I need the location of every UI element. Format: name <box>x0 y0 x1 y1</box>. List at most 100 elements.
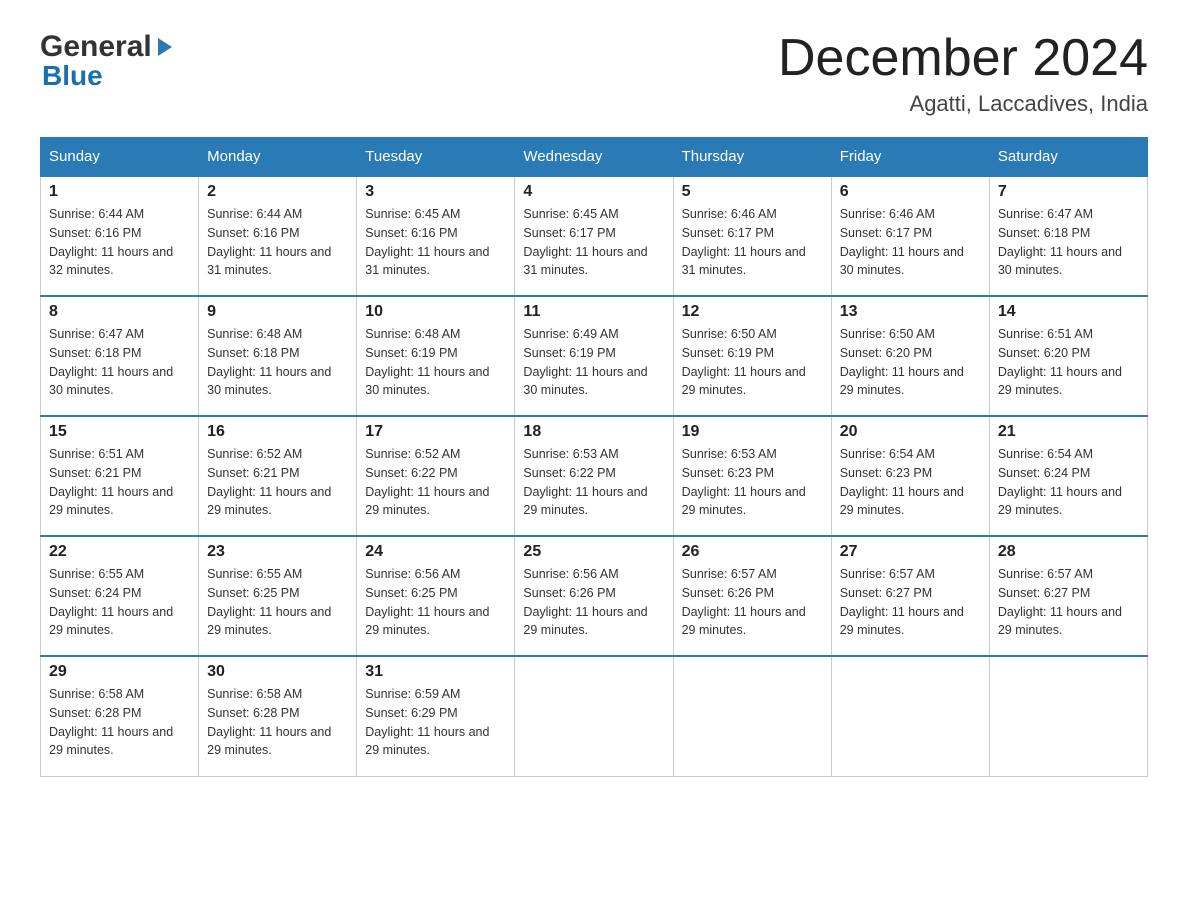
location-text: Agatti, Laccadives, India <box>778 91 1148 117</box>
day-cell-17: 17Sunrise: 6:52 AMSunset: 6:22 PMDayligh… <box>357 416 515 536</box>
day-cell-24: 24 Sunrise: 6:56 AMSunset: 6:25 PMDayligh… <box>357 536 515 656</box>
day-cell-8: 8Sunrise: 6:47 AMSunset: 6:18 PMDaylight… <box>41 296 199 416</box>
day-info: Sunrise: 6:54 AMSunset: 6:24 PMDaylight:… <box>998 445 1139 520</box>
day-number: 12 <box>682 303 823 321</box>
day-cell-20: 20Sunrise: 6:54 AMSunset: 6:23 PMDayligh… <box>831 416 989 536</box>
day-number: 22 <box>49 543 190 561</box>
day-cell-26: 26 Sunrise: 6:57 AMSunset: 6:26 PMDayligh… <box>673 536 831 656</box>
day-number: 5 <box>682 183 823 201</box>
day-info: Sunrise: 6:51 AMSunset: 6:20 PMDaylight:… <box>998 325 1139 400</box>
day-cell-6: 6 Sunrise: 6:46 AMSunset: 6:17 PMDaylight… <box>831 176 989 296</box>
day-info: Sunrise: 6:57 AMSunset: 6:26 PMDaylight:… <box>682 565 823 640</box>
day-cell-28: 28 Sunrise: 6:57 AMSunset: 6:27 PMDayligh… <box>989 536 1147 656</box>
day-cell-9: 9 Sunrise: 6:48 AMSunset: 6:18 PMDaylight… <box>199 296 357 416</box>
day-info: Sunrise: 6:49 AMSunset: 6:19 PMDaylight:… <box>523 325 664 400</box>
day-info: Sunrise: 6:54 AMSunset: 6:23 PMDaylight:… <box>840 445 981 520</box>
day-info: Sunrise: 6:58 AMSunset: 6:28 PMDaylight:… <box>207 685 348 760</box>
logo-blue-text: Blue <box>42 60 103 91</box>
day-number: 18 <box>523 423 664 441</box>
day-cell-16: 16 Sunrise: 6:52 AMSunset: 6:21 PMDayligh… <box>199 416 357 536</box>
day-cell-empty <box>831 656 989 776</box>
day-cell-30: 30Sunrise: 6:58 AMSunset: 6:28 PMDayligh… <box>199 656 357 776</box>
day-info: Sunrise: 6:46 AMSunset: 6:17 PMDaylight:… <box>840 205 981 280</box>
day-info: Sunrise: 6:52 AMSunset: 6:21 PMDaylight:… <box>207 445 348 520</box>
col-monday: Monday <box>199 138 357 177</box>
day-cell-1: 1 Sunrise: 6:44 AMSunset: 6:16 PMDaylight… <box>41 176 199 296</box>
day-cell-7: 7 Sunrise: 6:47 AMSunset: 6:18 PMDaylight… <box>989 176 1147 296</box>
day-cell-3: 3Sunrise: 6:45 AMSunset: 6:16 PMDaylight… <box>357 176 515 296</box>
day-info: Sunrise: 6:45 AMSunset: 6:17 PMDaylight:… <box>523 205 664 280</box>
day-cell-2: 2 Sunrise: 6:44 AMSunset: 6:16 PMDaylight… <box>199 176 357 296</box>
day-info: Sunrise: 6:57 AMSunset: 6:27 PMDaylight:… <box>998 565 1139 640</box>
day-info: Sunrise: 6:56 AMSunset: 6:25 PMDaylight:… <box>365 565 506 640</box>
col-sunday: Sunday <box>41 138 199 177</box>
day-info: Sunrise: 6:48 AMSunset: 6:18 PMDaylight:… <box>207 325 348 400</box>
day-cell-22: 22 Sunrise: 6:55 AMSunset: 6:24 PMDayligh… <box>41 536 199 656</box>
week-row-2: 8Sunrise: 6:47 AMSunset: 6:18 PMDaylight… <box>41 296 1148 416</box>
day-info: Sunrise: 6:47 AMSunset: 6:18 PMDaylight:… <box>998 205 1139 280</box>
day-number: 9 <box>207 303 348 321</box>
day-cell-31: 31 Sunrise: 6:59 AMSunset: 6:29 PMDayligh… <box>357 656 515 776</box>
day-info: Sunrise: 6:53 AMSunset: 6:23 PMDaylight:… <box>682 445 823 520</box>
day-cell-12: 12 Sunrise: 6:50 AMSunset: 6:19 PMDayligh… <box>673 296 831 416</box>
col-saturday: Saturday <box>989 138 1147 177</box>
week-row-3: 15 Sunrise: 6:51 AMSunset: 6:21 PMDayligh… <box>41 416 1148 536</box>
day-cell-29: 29Sunrise: 6:58 AMSunset: 6:28 PMDayligh… <box>41 656 199 776</box>
day-number: 13 <box>840 303 981 321</box>
day-cell-empty <box>989 656 1147 776</box>
day-number: 29 <box>49 663 190 681</box>
day-number: 24 <box>365 543 506 561</box>
day-number: 21 <box>998 423 1139 441</box>
day-number: 28 <box>998 543 1139 561</box>
day-number: 2 <box>207 183 348 201</box>
day-cell-23: 23Sunrise: 6:55 AMSunset: 6:25 PMDayligh… <box>199 536 357 656</box>
logo: General Blue <box>40 30 176 92</box>
day-info: Sunrise: 6:59 AMSunset: 6:29 PMDaylight:… <box>365 685 506 760</box>
day-number: 1 <box>49 183 190 201</box>
day-info: Sunrise: 6:46 AMSunset: 6:17 PMDaylight:… <box>682 205 823 280</box>
day-number: 7 <box>998 183 1139 201</box>
day-cell-13: 13 Sunrise: 6:50 AMSunset: 6:20 PMDayligh… <box>831 296 989 416</box>
day-number: 16 <box>207 423 348 441</box>
day-info: Sunrise: 6:44 AMSunset: 6:16 PMDaylight:… <box>49 205 190 280</box>
logo-general-text: General <box>40 30 152 64</box>
day-number: 26 <box>682 543 823 561</box>
day-number: 25 <box>523 543 664 561</box>
col-tuesday: Tuesday <box>357 138 515 177</box>
col-thursday: Thursday <box>673 138 831 177</box>
day-number: 3 <box>365 183 506 201</box>
day-cell-14: 14Sunrise: 6:51 AMSunset: 6:20 PMDayligh… <box>989 296 1147 416</box>
day-info: Sunrise: 6:44 AMSunset: 6:16 PMDaylight:… <box>207 205 348 280</box>
day-info: Sunrise: 6:53 AMSunset: 6:22 PMDaylight:… <box>523 445 664 520</box>
week-row-5: 29 Sunrise: 6:58 AMSunset: 6:28 PMDayligh… <box>41 656 1148 776</box>
day-number: 11 <box>523 303 664 321</box>
day-number: 6 <box>840 183 981 201</box>
day-cell-5: 5 Sunrise: 6:46 AMSunset: 6:17 PMDaylight… <box>673 176 831 296</box>
day-info: Sunrise: 6:50 AMSunset: 6:19 PMDaylight:… <box>682 325 823 400</box>
day-info: Sunrise: 6:56 AMSunset: 6:26 PMDaylight:… <box>523 565 664 640</box>
title-section: December 2024 Agatti, Laccadives, India <box>778 30 1148 117</box>
day-cell-21: 21 Sunrise: 6:54 AMSunset: 6:24 PMDayligh… <box>989 416 1147 536</box>
day-cell-15: 15 Sunrise: 6:51 AMSunset: 6:21 PMDayligh… <box>41 416 199 536</box>
col-wednesday: Wednesday <box>515 138 673 177</box>
col-friday: Friday <box>831 138 989 177</box>
day-number: 8 <box>49 303 190 321</box>
day-info: Sunrise: 6:57 AMSunset: 6:27 PMDaylight:… <box>840 565 981 640</box>
day-number: 31 <box>365 663 506 681</box>
day-number: 15 <box>49 423 190 441</box>
calendar-header-row: Sunday Monday Tuesday Wednesday Thursday… <box>41 138 1148 177</box>
day-info: Sunrise: 6:51 AMSunset: 6:21 PMDaylight:… <box>49 445 190 520</box>
day-info: Sunrise: 6:48 AMSunset: 6:19 PMDaylight:… <box>365 325 506 400</box>
month-title: December 2024 <box>778 30 1148 87</box>
day-cell-25: 25 Sunrise: 6:56 AMSunset: 6:26 PMDayligh… <box>515 536 673 656</box>
week-row-1: 1 Sunrise: 6:44 AMSunset: 6:16 PMDaylight… <box>41 176 1148 296</box>
day-number: 23 <box>207 543 348 561</box>
day-cell-27: 27Sunrise: 6:57 AMSunset: 6:27 PMDayligh… <box>831 536 989 656</box>
logo-arrow-icon <box>154 36 176 58</box>
day-info: Sunrise: 6:55 AMSunset: 6:24 PMDaylight:… <box>49 565 190 640</box>
day-info: Sunrise: 6:50 AMSunset: 6:20 PMDaylight:… <box>840 325 981 400</box>
day-cell-10: 10Sunrise: 6:48 AMSunset: 6:19 PMDayligh… <box>357 296 515 416</box>
day-cell-empty <box>673 656 831 776</box>
day-cell-empty <box>515 656 673 776</box>
week-row-4: 22 Sunrise: 6:55 AMSunset: 6:24 PMDayligh… <box>41 536 1148 656</box>
